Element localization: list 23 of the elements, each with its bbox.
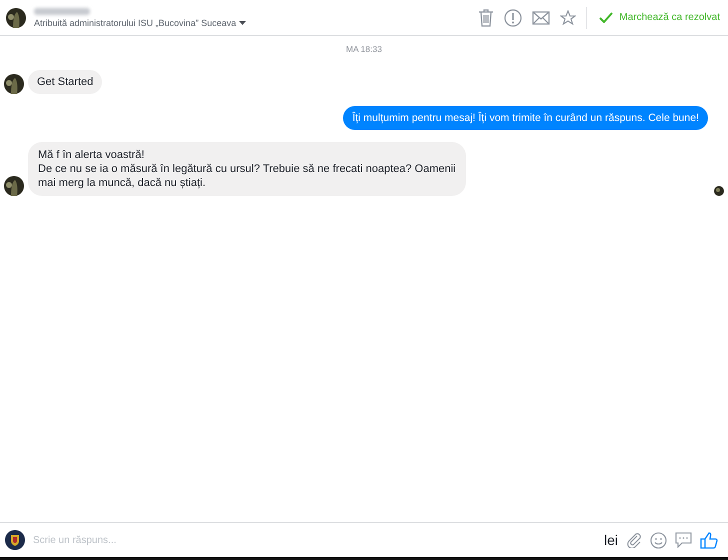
assignment-label: Atribuită administratorului ISU „Bucovina” Suceava xyxy=(34,18,236,28)
currency-label[interactable]: lei xyxy=(604,532,618,548)
envelope-icon[interactable] xyxy=(532,10,550,24)
message-bubble: Îți mulțumim pentru mesaj! Îți vom trimite în curând un răspuns. Cele bune! xyxy=(343,106,708,130)
redacted-name xyxy=(34,8,90,14)
caret-icon[interactable] xyxy=(239,20,246,24)
avatar xyxy=(6,8,26,28)
avatar xyxy=(4,74,24,94)
checkmark-icon xyxy=(599,12,614,23)
alert-icon[interactable] xyxy=(504,8,522,26)
message-bubble: Mă f în alerta voastră! De ce nu se ia o măsură în legătură cu ursul? Trebuie să ne frecati noaptea? Oamenii mai merg la muncă, dacă nu știați. xyxy=(28,142,466,196)
reply-field[interactable]: Scrie un răspuns... xyxy=(33,534,596,546)
paperclip-icon[interactable] xyxy=(626,532,642,548)
star-icon[interactable] xyxy=(560,10,576,26)
thumbs-up-icon[interactable] xyxy=(700,531,718,549)
emblem-icon xyxy=(5,530,25,550)
timestamp: MA 18:33 xyxy=(346,44,382,54)
trash-icon[interactable] xyxy=(478,8,494,26)
chat-bubble-icon[interactable] xyxy=(675,532,692,548)
message-bubble: Get Started xyxy=(28,70,102,94)
avatar xyxy=(4,176,24,196)
smiley-icon[interactable] xyxy=(650,532,667,548)
seen-avatar-icon xyxy=(714,186,724,196)
